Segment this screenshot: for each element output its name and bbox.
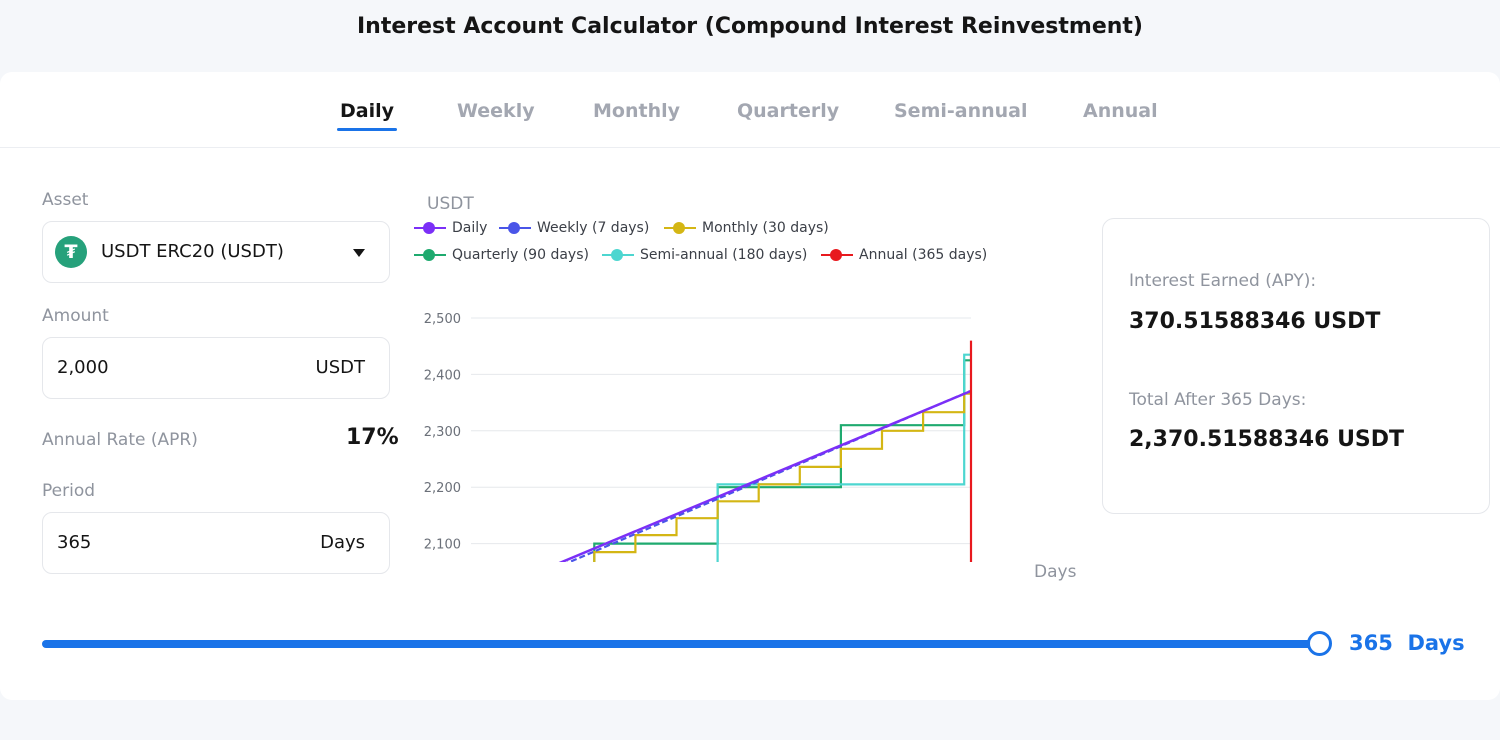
- series-line-semi-annual: [716, 353, 971, 562]
- total-after-value: 2,370.51588346 USDT: [1129, 427, 1405, 452]
- series-line-quarterly: [593, 359, 971, 562]
- period-slider-thumb[interactable]: [1307, 631, 1332, 656]
- tab-monthly[interactable]: Monthly: [593, 100, 680, 122]
- y-tick-label: 2,300: [424, 425, 461, 440]
- legend-swatch: [664, 222, 696, 234]
- period-tabs: Daily Weekly Monthly Quarterly Semi-annu…: [0, 72, 1500, 148]
- apr-label: Annual Rate (APR): [42, 430, 198, 450]
- legend-swatch: [602, 249, 634, 261]
- amount-label: Amount: [42, 306, 109, 326]
- legend-label: Monthly (30 days): [702, 220, 829, 236]
- page-title: Interest Account Calculator (Compound In…: [357, 14, 1143, 39]
- tab-weekly[interactable]: Weekly: [457, 100, 535, 122]
- slider-days-unit: Days: [1407, 631, 1465, 655]
- y-tick-label: 2,200: [424, 481, 461, 496]
- series-line-weekly: [566, 390, 971, 562]
- interest-earned-label: Interest Earned (APY):: [1129, 271, 1317, 291]
- legend-label: Semi-annual (180 days): [640, 247, 808, 263]
- total-after-label: Total After 365 Days:: [1129, 390, 1307, 410]
- legend-swatch: [414, 222, 446, 234]
- y-tick-label: 2,500: [424, 312, 461, 327]
- amount-field[interactable]: 2,000 USDT: [42, 337, 390, 399]
- tab-quarterly[interactable]: Quarterly: [737, 100, 839, 122]
- legend-item-annual[interactable]: Annual (365 days): [821, 247, 987, 263]
- legend-swatch: [821, 249, 853, 261]
- legend-swatch: [499, 222, 531, 234]
- tether-icon: ₮: [55, 236, 87, 268]
- period-field[interactable]: 365 Days: [42, 512, 390, 574]
- series-line-monthly: [593, 392, 971, 562]
- legend-label: Weekly (7 days): [537, 220, 650, 236]
- legend-label: Daily: [452, 220, 488, 236]
- slider-days-number: 365: [1349, 631, 1393, 655]
- calculator-card: Daily Weekly Monthly Quarterly Semi-annu…: [0, 72, 1500, 700]
- asset-label: Asset: [42, 190, 89, 210]
- legend-item-quarterly[interactable]: Quarterly (90 days): [414, 247, 589, 263]
- chart-y-unit: USDT: [427, 194, 474, 214]
- y-tick-label: 2,100: [424, 538, 461, 553]
- period-slider-track[interactable]: [42, 640, 1322, 648]
- legend-item-weekly[interactable]: Weekly (7 days): [499, 220, 649, 236]
- tab-daily[interactable]: Daily: [336, 100, 398, 131]
- legend-item-daily[interactable]: Daily: [414, 220, 487, 236]
- chart-x-unit: Days: [1034, 562, 1077, 582]
- series-line-daily: [558, 389, 972, 562]
- tab-semi-annual[interactable]: Semi-annual: [894, 100, 1028, 122]
- y-tick-label: 2,400: [424, 368, 461, 383]
- legend-label: Quarterly (90 days): [452, 247, 589, 263]
- period-slider-value: 365 Days: [1349, 631, 1465, 655]
- asset-select[interactable]: ₮ USDT ERC20 (USDT): [42, 221, 390, 283]
- series-line-annual: [969, 340, 973, 562]
- legend-item-monthly[interactable]: Monthly (30 days): [664, 220, 829, 236]
- tab-annual[interactable]: Annual: [1083, 100, 1158, 122]
- amount-unit: USDT: [315, 357, 365, 378]
- interest-earned-value: 370.51588346 USDT: [1129, 309, 1381, 334]
- apr-value: 17%: [346, 425, 399, 450]
- period-value[interactable]: 365: [57, 532, 91, 553]
- asset-value: USDT ERC20 (USDT): [101, 241, 284, 262]
- amount-value[interactable]: 2,000: [57, 357, 109, 378]
- period-unit: Days: [320, 532, 365, 553]
- legend-swatch: [414, 249, 446, 261]
- legend-label: Annual (365 days): [859, 247, 988, 263]
- results-panel: Interest Earned (APY): 370.51588346 USDT…: [1102, 218, 1490, 514]
- chevron-down-icon[interactable]: [353, 249, 365, 257]
- growth-chart: 2,0002,1002,2002,3002,4002,5000265278104…: [424, 312, 973, 562]
- legend-item-semi-annual[interactable]: Semi-annual (180 days): [602, 247, 807, 263]
- period-label: Period: [42, 481, 96, 501]
